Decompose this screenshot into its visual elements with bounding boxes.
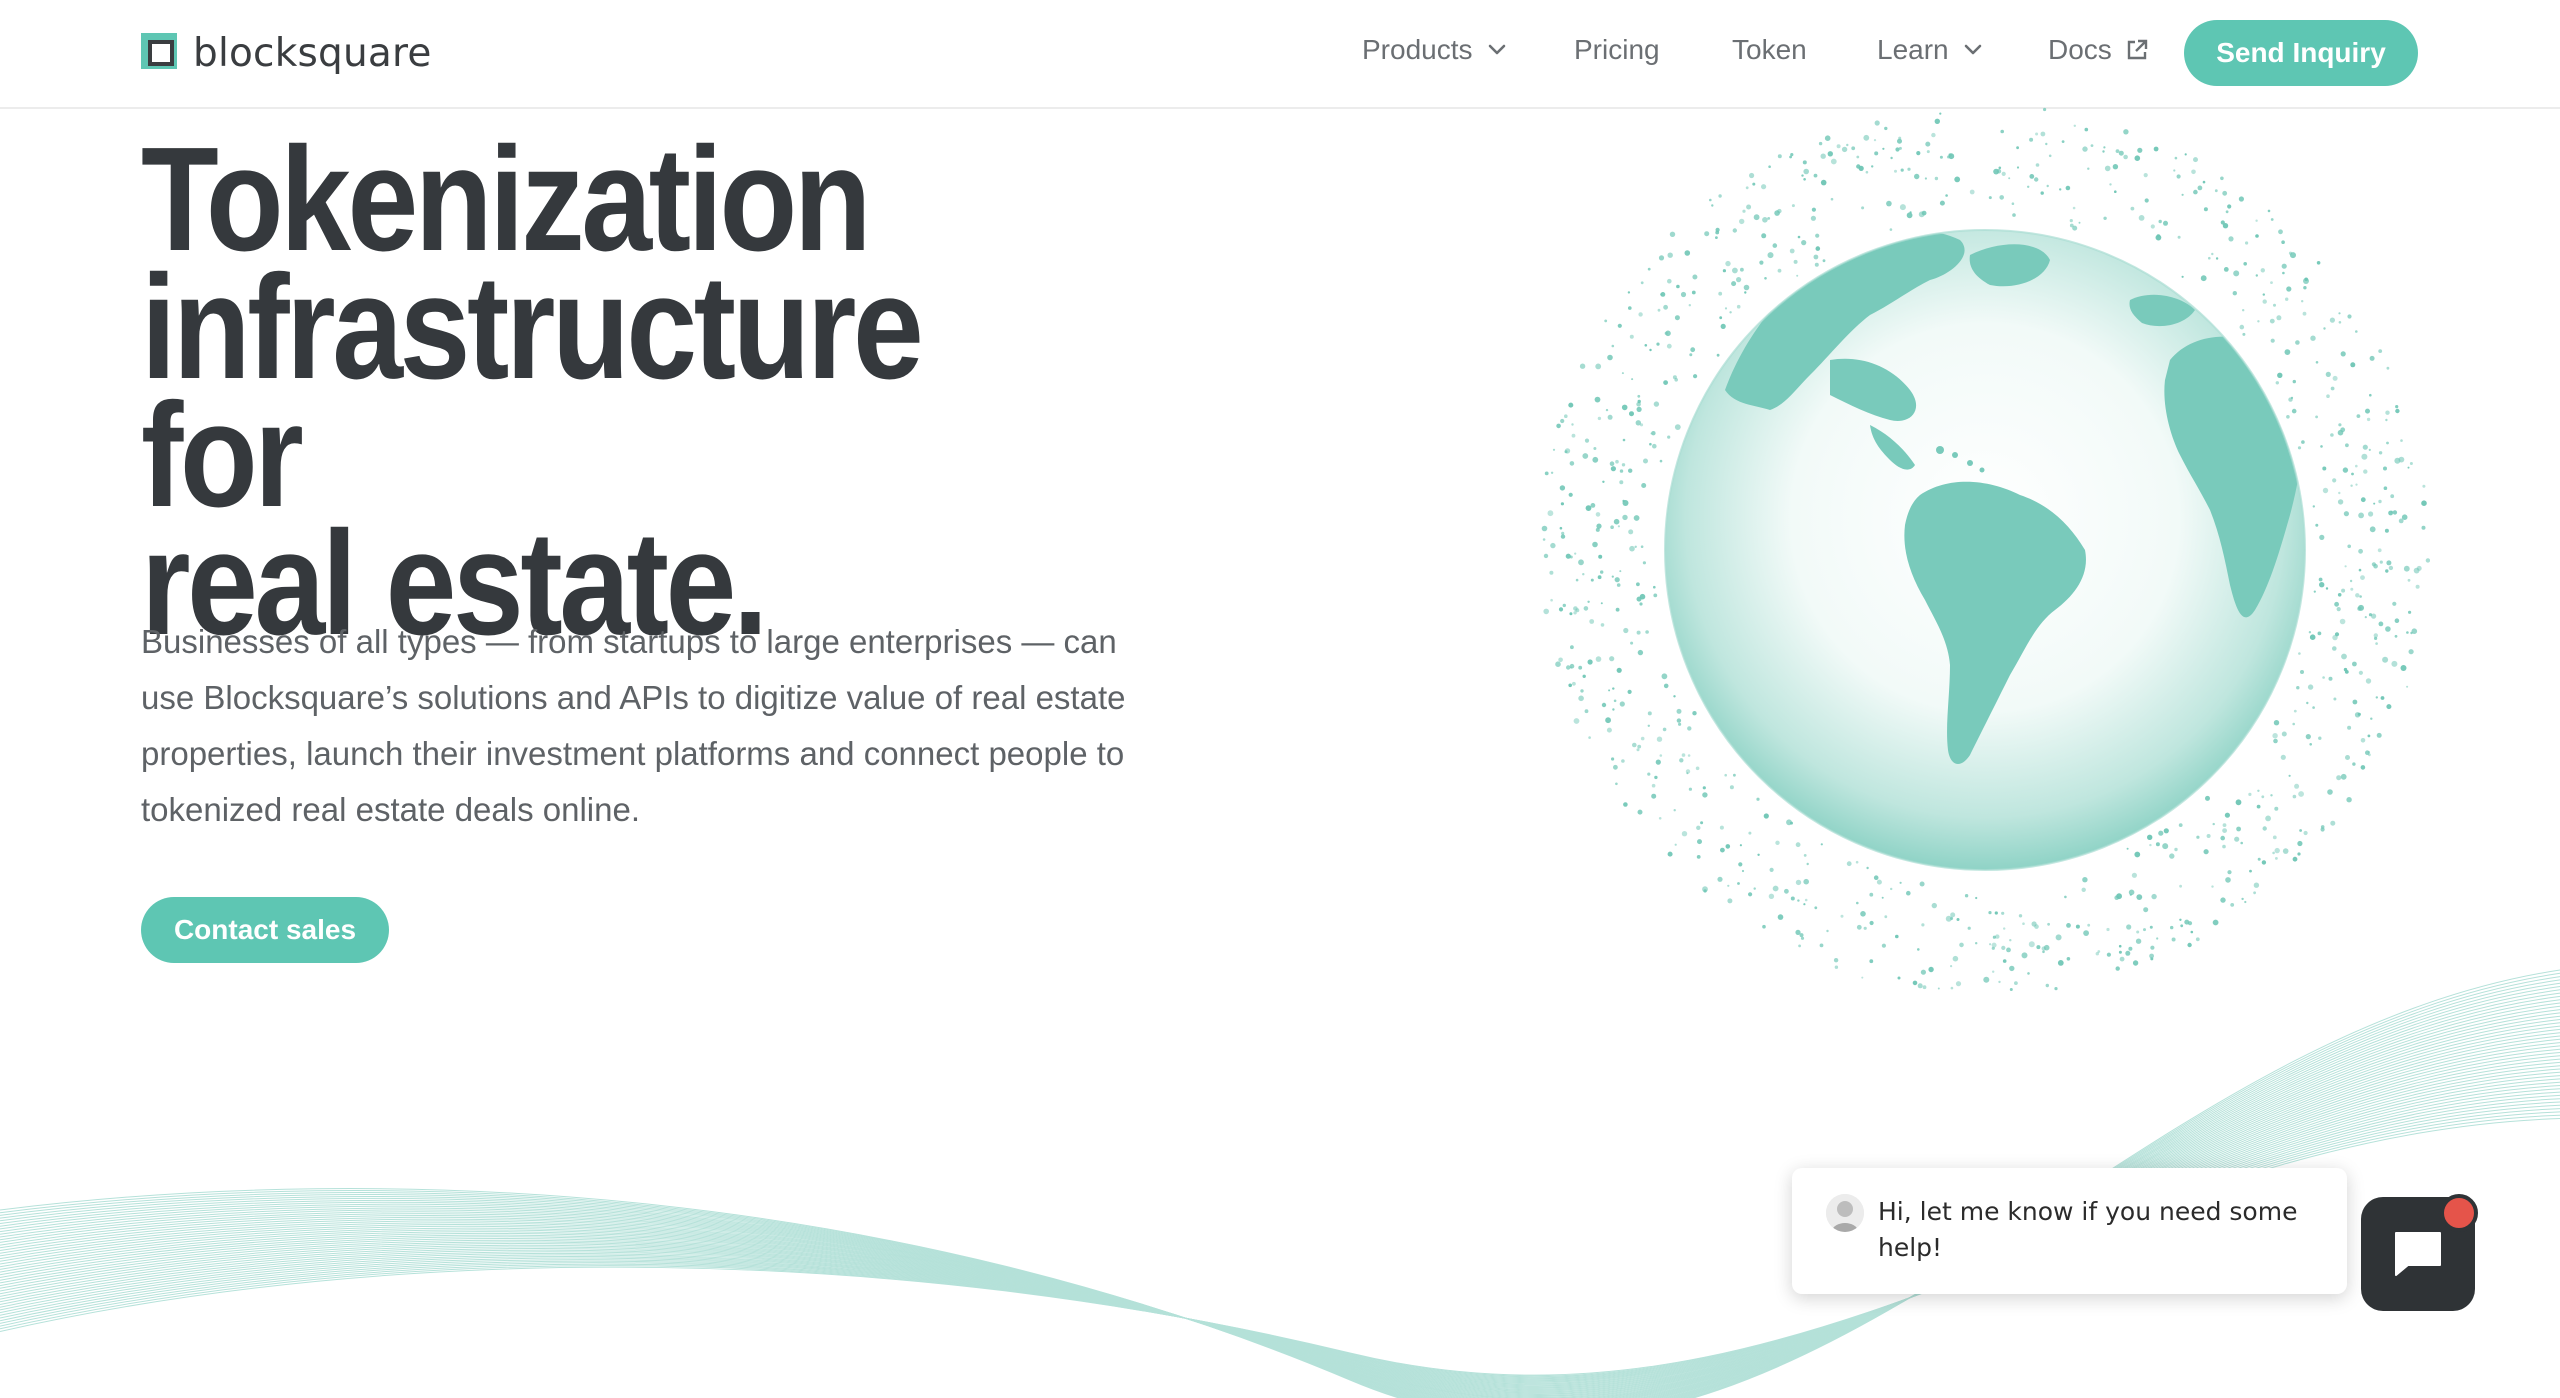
nav-item-learn[interactable]: Learn — [1877, 34, 1983, 66]
chevron-down-icon — [1964, 44, 1981, 55]
contact-sales-button[interactable]: Contact sales — [141, 897, 389, 963]
chat-message-text: Hi, let me know if you need some help! — [1878, 1197, 2298, 1262]
chat-message-bubble[interactable]: Hi, let me know if you need some help! — [1792, 1168, 2347, 1294]
hero-title-line: infrastructure for — [141, 245, 924, 538]
nav-item-token[interactable]: Token — [1732, 34, 1807, 66]
logo-mark-icon — [141, 33, 181, 73]
nav-item-pricing[interactable]: Pricing — [1574, 34, 1660, 66]
nav-item-label: Docs — [2048, 34, 2112, 65]
brand-logo[interactable]: blocksquare — [141, 30, 432, 76]
send-inquiry-button[interactable]: Send Inquiry — [2184, 20, 2418, 86]
nav-item-docs[interactable]: Docs — [2048, 34, 2150, 66]
external-link-icon — [2127, 39, 2147, 60]
nav-item-products[interactable]: Products — [1362, 34, 1507, 66]
brand-name: blocksquare — [193, 30, 432, 76]
globe-illustration — [1530, 105, 2431, 1005]
hero-description: Businesses of all types — from startups … — [141, 623, 1126, 828]
nav-item-label: Pricing — [1574, 34, 1660, 65]
nav-item-label: Products — [1362, 34, 1473, 65]
nav-item-label: Learn — [1877, 34, 1949, 65]
site-header: blocksquare Products Pricing Token Learn… — [0, 0, 2560, 109]
notification-badge — [2440, 1194, 2478, 1232]
nav-item-label: Token — [1732, 34, 1807, 65]
chevron-down-icon — [1488, 44, 1505, 55]
hero-title: Tokenization infrastructure for real est… — [141, 126, 1087, 658]
support-agent-avatar — [1826, 1194, 1864, 1232]
chat-icon — [2395, 1232, 2441, 1276]
